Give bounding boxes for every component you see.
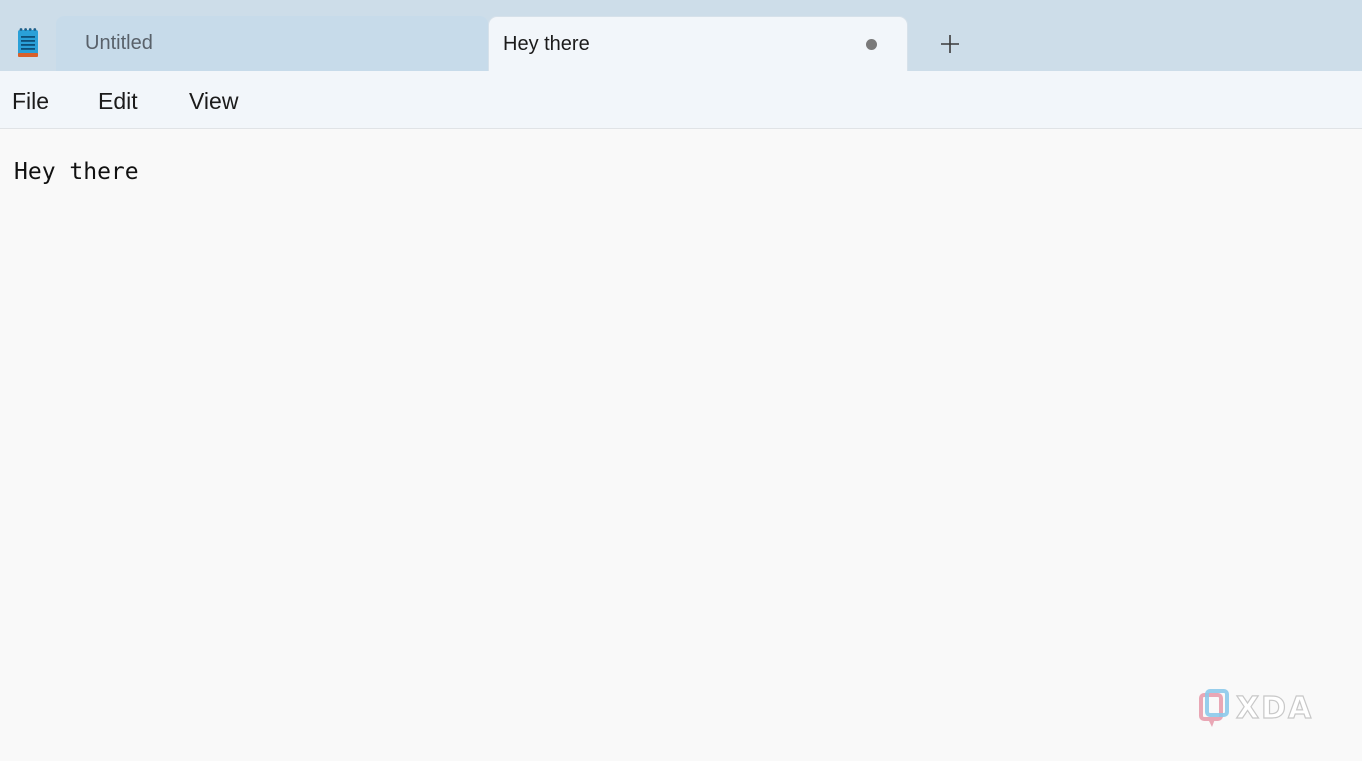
menu-file[interactable]: File [12,88,49,115]
menu-edit[interactable]: Edit [98,88,138,115]
xda-logo-text: XDA [1236,691,1313,726]
text-editor[interactable]: Hey there [0,129,1362,761]
notepad-icon [18,28,38,57]
menu-view[interactable]: View [189,88,238,115]
xda-logo: XDA [1199,689,1313,727]
tab-label: Hey there [503,33,590,55]
unsaved-indicator-icon[interactable] [866,39,877,50]
tab-untitled[interactable]: Untitled [56,16,488,71]
plus-icon[interactable] [930,28,970,60]
notepad-window: Untitled Hey there File Edit View Hey th… [0,0,1362,761]
menu-bar: File Edit View [0,71,1362,129]
tab-label: Untitled [85,32,153,54]
tab-hey-there[interactable]: Hey there [488,16,908,71]
editor-content[interactable]: Hey there [14,159,139,185]
tab-bar: Untitled Hey there [0,0,1362,71]
